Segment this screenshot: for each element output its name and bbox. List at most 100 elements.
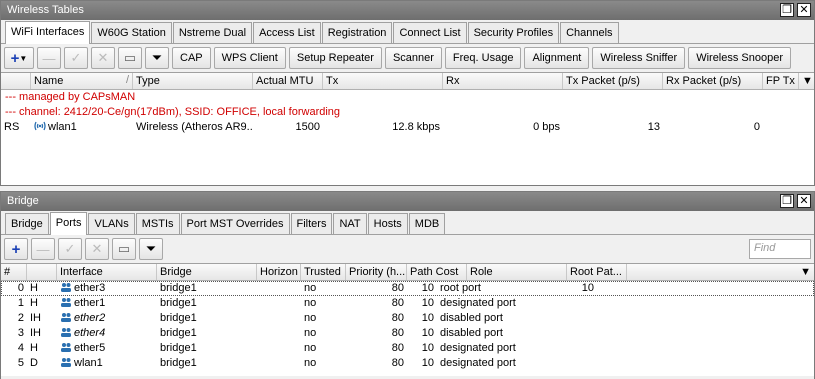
port-number: 4 — [17, 342, 24, 354]
bridge-name: bridge1 — [160, 357, 197, 369]
filter-button[interactable]: ⏷ — [139, 238, 163, 260]
tab-vlans[interactable]: VLANs — [88, 213, 135, 234]
remove-button[interactable]: — — [37, 47, 61, 69]
tab-channels[interactable]: Channels — [560, 22, 619, 43]
tab-nstreme-dual[interactable]: Nstreme Dual — [172, 22, 253, 43]
port-flags: IH — [30, 327, 41, 339]
tab-security-profiles[interactable]: Security Profiles — [467, 22, 560, 43]
col-tx[interactable]: Tx — [323, 73, 443, 89]
plus-icon: + — [10, 49, 20, 67]
table-row[interactable]: 4 Hether5 bridge1 no 80 10 designated port — [1, 341, 814, 356]
window-title: Wireless Tables — [7, 4, 84, 16]
col-trusted[interactable]: Trusted — [301, 264, 346, 280]
alignment-button[interactable]: Alignment — [524, 47, 590, 69]
tab-mdb[interactable]: MDB — [408, 213, 446, 234]
col-rx[interactable]: Rx — [443, 73, 563, 89]
wireless-snooper-button[interactable]: Wireless Snooper — [688, 47, 792, 69]
table-row[interactable]: RS wlan1 Wireless (Atheros AR9... 1500 1… — [1, 120, 814, 135]
role-value: designated port — [440, 297, 516, 309]
table-row[interactable]: 2 IH ether2 bridge1 no 80 10 disabled port — [1, 311, 814, 326]
table-row[interactable]: 5 Dwlan1 bridge1 no 80 10 designated port — [1, 356, 814, 371]
col-flags[interactable] — [27, 264, 57, 280]
interface-name: ether1 — [57, 296, 157, 311]
tab-bridge[interactable]: Bridge — [5, 213, 49, 234]
col-path-cost[interactable]: Path Cost — [407, 264, 467, 280]
tab-wifi-interfaces[interactable]: WiFi Interfaces — [5, 21, 91, 44]
port-interface-icon — [61, 358, 71, 367]
wps-client-button[interactable]: WPS Client — [213, 47, 286, 69]
close-icon[interactable]: ✕ — [797, 194, 811, 208]
tab-nat[interactable]: NAT — [333, 213, 367, 234]
col-number[interactable]: # — [1, 264, 27, 280]
table-row[interactable]: 3 IH ether4 bridge1 no 80 10 disabled port — [1, 326, 814, 341]
port-number: 2 — [17, 312, 24, 324]
col-horizon[interactable]: Horizon — [257, 264, 301, 280]
add-dropdown-button[interactable]: + ▼ — [4, 47, 34, 69]
table-row[interactable]: 0 Hether3 bridge1 no 80 10 root port 10 — [1, 281, 814, 296]
table-row[interactable]: 1 Hether1 bridge1 no 80 10 designated port — [1, 296, 814, 311]
col-interface[interactable]: Interface — [57, 264, 157, 280]
window-titlebar[interactable]: Bridge ❐ ✕ — [1, 192, 814, 211]
bridge-window: Bridge ❐ ✕ Bridge Ports VLANs MSTIs Port… — [0, 191, 815, 379]
col-priority[interactable]: Priority (h... — [346, 264, 407, 280]
path-cost-value: 10 — [421, 297, 434, 309]
scanner-button[interactable]: Scanner — [384, 47, 442, 69]
col-flags[interactable] — [1, 73, 31, 89]
col-fp-tx[interactable]: FP Tx — [763, 73, 799, 89]
tab-connect-list[interactable]: Connect List — [393, 22, 467, 43]
enable-button[interactable]: ✓ — [58, 238, 82, 260]
tab-registration[interactable]: Registration — [321, 22, 393, 43]
wireless-sniffer-button[interactable]: Wireless Sniffer — [592, 47, 686, 69]
plus-icon: + — [11, 240, 21, 258]
column-menu-icon[interactable]: ▼ — [799, 73, 814, 89]
tab-w60g-station[interactable]: W60G Station — [91, 22, 172, 43]
disable-button[interactable]: ✕ — [91, 47, 115, 69]
col-actual-mtu[interactable]: Actual MTU — [253, 73, 323, 89]
col-rx-packet[interactable]: Rx Packet (p/s) — [663, 73, 763, 89]
tab-filters[interactable]: Filters — [290, 213, 333, 234]
bridge-name: bridge1 — [160, 297, 197, 309]
interface-name: ether2 — [57, 311, 157, 326]
col-root-path-cost[interactable]: Root Pat... — [567, 264, 627, 280]
bridge-name: bridge1 — [160, 312, 197, 324]
role-value: disabled port — [440, 327, 503, 339]
table-header: Name / Type Actual MTU Tx Rx Tx Packet (p… — [1, 73, 814, 90]
remove-button[interactable]: — — [31, 238, 55, 260]
filter-button[interactable]: ⏷ — [145, 47, 169, 69]
find-input[interactable]: Find — [749, 239, 811, 259]
priority-value: 80 — [391, 312, 404, 324]
comment-button[interactable]: ▭ — [118, 47, 142, 69]
col-bridge[interactable]: Bridge — [157, 264, 257, 280]
bridge-ports-table: # Interface Bridge Horizon Trusted Prior… — [1, 263, 814, 376]
tab-port-mst-overrides[interactable]: Port MST Overrides — [180, 213, 290, 234]
interface-name: wlan1 — [57, 356, 157, 371]
col-role[interactable]: Role — [467, 264, 567, 280]
window-titlebar[interactable]: Wireless Tables ❐ ✕ — [1, 1, 814, 20]
cap-button[interactable]: CAP — [172, 47, 211, 69]
tab-access-list[interactable]: Access List — [253, 22, 321, 43]
close-icon[interactable]: ✕ — [797, 3, 811, 17]
wifi-interfaces-table: Name / Type Actual MTU Tx Rx Tx Packet (p… — [1, 72, 814, 185]
restore-icon[interactable]: ❐ — [780, 3, 794, 17]
setup-repeater-button[interactable]: Setup Repeater — [288, 47, 382, 69]
tab-ports[interactable]: Ports — [49, 212, 88, 235]
role-value: designated port — [440, 342, 516, 354]
priority-value: 80 — [391, 357, 404, 369]
horizon-value — [257, 281, 301, 296]
enable-button[interactable]: ✓ — [64, 47, 88, 69]
freq-usage-button[interactable]: Freq. Usage — [444, 47, 522, 69]
col-tx-packet[interactable]: Tx Packet (p/s) — [563, 73, 663, 89]
col-type[interactable]: Type — [133, 73, 253, 89]
restore-icon[interactable]: ❐ — [780, 194, 794, 208]
minus-icon: — — [36, 241, 50, 257]
tab-hosts[interactable]: Hosts — [367, 213, 408, 234]
column-menu-icon[interactable]: ▼ — [627, 264, 814, 280]
tab-mstis[interactable]: MSTIs — [135, 213, 180, 234]
interface-name: wlan1 — [48, 121, 77, 133]
bridge-tabs: Bridge Ports VLANs MSTIs Port MST Overri… — [1, 211, 814, 235]
add-button[interactable]: + — [4, 238, 28, 260]
disable-button[interactable]: ✕ — [85, 238, 109, 260]
trusted-value: no — [304, 297, 317, 309]
comment-button[interactable]: ▭ — [112, 238, 136, 260]
col-name[interactable]: Name / — [31, 73, 133, 89]
